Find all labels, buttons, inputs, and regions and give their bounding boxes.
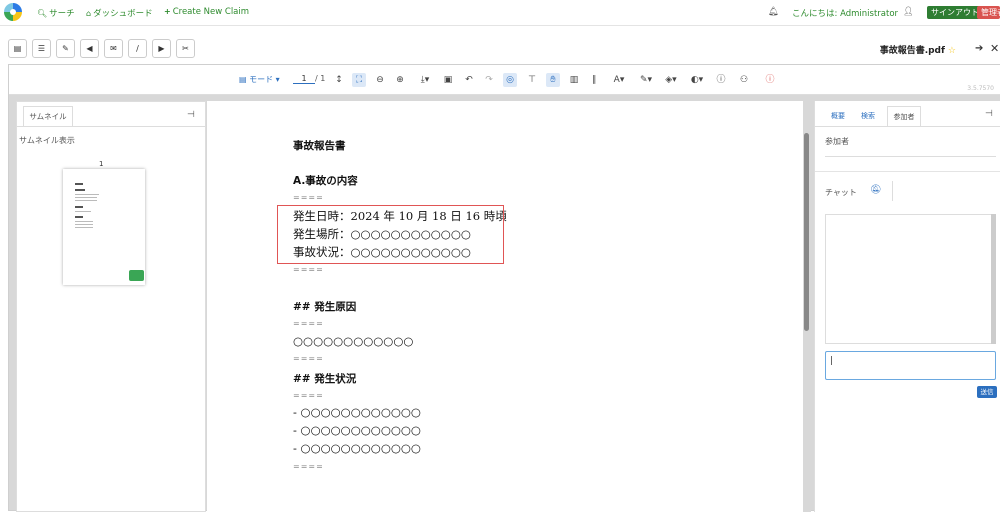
- user-name[interactable]: Administrator: [840, 9, 898, 19]
- version-text: 3.5.7570: [967, 85, 994, 92]
- fit-height-icon[interactable]: ↕: [332, 73, 346, 87]
- page-number-input[interactable]: 1: [293, 74, 315, 84]
- tab-divider: [17, 126, 205, 127]
- star-icon[interactable]: ☆: [948, 46, 956, 56]
- side-panel: 概要 検索 参加者 ⊣ 参加者 チャット 🔕︎ | 送信: [814, 101, 1000, 512]
- attachment-icon[interactable]: ∥: [587, 73, 601, 87]
- greeting-text: こんにちは: Administrator: [792, 9, 899, 19]
- list-button[interactable]: ☰: [32, 39, 51, 58]
- pin-icon[interactable]: ⊤: [525, 73, 539, 87]
- nav-search-link[interactable]: 🔍︎ サーチ: [37, 7, 75, 19]
- separator: ====: [293, 462, 324, 471]
- status-item: - ○○○○○○○○○○○○: [293, 423, 421, 437]
- pen-button[interactable]: ∕: [128, 39, 147, 58]
- separator: ====: [293, 391, 324, 400]
- scrollbar-thumb[interactable]: [804, 133, 809, 331]
- separator: ====: [293, 193, 324, 202]
- text-box-icon[interactable]: A▾: [609, 73, 629, 87]
- page-thumbnail[interactable]: [63, 169, 145, 285]
- collapse-panel-icon[interactable]: ⊣: [187, 110, 195, 120]
- section-divider: [815, 171, 1000, 172]
- nav-create-claim-link[interactable]: + Create New Claim: [164, 7, 249, 17]
- scissors-button[interactable]: ✂: [176, 39, 195, 58]
- close-icon[interactable]: ✕: [990, 42, 999, 55]
- thumbnail-heading: サムネイル表示: [19, 136, 75, 145]
- help-icon[interactable]: ⓘ: [714, 73, 728, 87]
- viewer-toolbar: ▤ モード ▾ 1 / 1 ↕ ⛶ ⊖ ⊕ ⤓▾ ▣ ↶ ↷ ◎ ⊤ ✋︎ ▥ …: [9, 65, 1000, 95]
- admin-button[interactable]: 管理者: [977, 6, 1000, 19]
- save-icon[interactable]: ▣: [441, 73, 455, 87]
- page-scrollbar[interactable]: [803, 101, 811, 512]
- share-icon[interactable]: ➔: [975, 43, 983, 54]
- mute-bell-icon[interactable]: 🔕︎: [870, 185, 881, 195]
- home-icon: ⌂: [86, 9, 92, 18]
- thumbnail-page-number: 1: [99, 160, 104, 168]
- palette-icon[interactable]: ◐▾: [687, 73, 707, 87]
- comment-icon[interactable]: ▥: [567, 73, 581, 87]
- cause-text: ○○○○○○○○○○○○: [293, 334, 414, 348]
- mail-button[interactable]: ✉: [104, 39, 123, 58]
- mode-icon: ▤: [239, 75, 247, 84]
- plus-icon: +: [164, 7, 171, 16]
- announce-button[interactable]: ◀: [80, 39, 99, 58]
- thumbnail-panel: サムネイル ⊣ サムネイル表示 1: [16, 101, 206, 512]
- comment-badge-icon[interactable]: [129, 270, 144, 281]
- doc-heading: 事故報告書: [293, 140, 346, 152]
- participants-divider: [825, 156, 996, 157]
- pdf-page: 事故報告書 A.事故の内容 ==== 発生日時：2024 年 10 月 18 日…: [207, 101, 803, 512]
- redo-icon[interactable]: ↷: [482, 73, 496, 87]
- status-item: - ○○○○○○○○○○○○: [293, 441, 421, 455]
- send-button[interactable]: 送信: [977, 386, 997, 398]
- zoom-in-icon[interactable]: ⊕: [393, 73, 407, 87]
- status-item: - ○○○○○○○○○○○○: [293, 405, 421, 419]
- section-a-heading: A.事故の内容: [293, 175, 358, 187]
- chat-label: チャット: [825, 188, 857, 197]
- info-alert-icon[interactable]: ⓘ: [763, 73, 777, 87]
- tab-participants[interactable]: 参加者: [887, 106, 921, 126]
- tab-search[interactable]: 検索: [855, 106, 881, 126]
- tab-thumbnail[interactable]: サムネイル: [23, 106, 73, 126]
- pan-hand-icon[interactable]: ✋︎: [546, 73, 560, 87]
- nav-dashboard-link[interactable]: ⌂ ダッシュボード: [86, 7, 153, 19]
- users-icon[interactable]: ⚇: [737, 73, 751, 87]
- chat-scrollbar[interactable]: [991, 214, 996, 344]
- play-button[interactable]: ▶: [152, 39, 171, 58]
- pdf-viewer: ▤ モード ▾ 1 / 1 ↕ ⛶ ⊖ ⊕ ⤓▾ ▣ ↶ ↷ ◎ ⊤ ✋︎ ▥ …: [8, 64, 1000, 512]
- chat-messages[interactable]: [825, 214, 996, 344]
- search-icon: 🔍︎: [37, 9, 48, 18]
- separator: ====: [293, 265, 324, 274]
- bell-icon[interactable]: 🔔︎: [768, 7, 779, 17]
- hide-annotations-icon[interactable]: ◎: [503, 73, 517, 87]
- undo-icon[interactable]: ↶: [462, 73, 476, 87]
- collapse-panel-icon[interactable]: ⊣: [985, 109, 993, 119]
- app-logo[interactable]: [4, 3, 22, 21]
- fit-page-icon[interactable]: ⛶: [352, 73, 366, 87]
- user-icon[interactable]: 👤︎: [903, 7, 914, 17]
- annotation-highlight-box[interactable]: [277, 205, 504, 264]
- mode-dropdown[interactable]: ▤ モード ▾: [239, 74, 280, 85]
- zoom-out-icon[interactable]: ⊖: [373, 73, 387, 87]
- cause-heading: ## 発生原因: [293, 301, 357, 313]
- tab-overview[interactable]: 概要: [825, 106, 851, 126]
- document-button[interactable]: ▤: [8, 39, 27, 58]
- signout-button[interactable]: サインアウト: [927, 6, 983, 19]
- download-icon[interactable]: ⤓▾: [415, 73, 435, 87]
- top-nav: 🔍︎ サーチ ⌂ ダッシュボード + Create New Claim 🔔︎ こんにち…: [0, 0, 1000, 26]
- chat-divider: [892, 181, 893, 201]
- chat-input[interactable]: |: [825, 351, 996, 380]
- document-title: 事故報告書.pdf ☆: [879, 46, 956, 56]
- layers-icon[interactable]: ◈▾: [661, 73, 681, 87]
- separator: ====: [293, 319, 324, 328]
- tab-divider: [815, 126, 1000, 127]
- edit-button[interactable]: ✎: [56, 39, 75, 58]
- page-total: / 1: [315, 74, 326, 83]
- participants-label: 参加者: [825, 137, 849, 146]
- separator: ====: [293, 354, 324, 363]
- status-heading: ## 発生状況: [293, 373, 357, 385]
- draw-pen-icon[interactable]: ✎▾: [636, 73, 656, 87]
